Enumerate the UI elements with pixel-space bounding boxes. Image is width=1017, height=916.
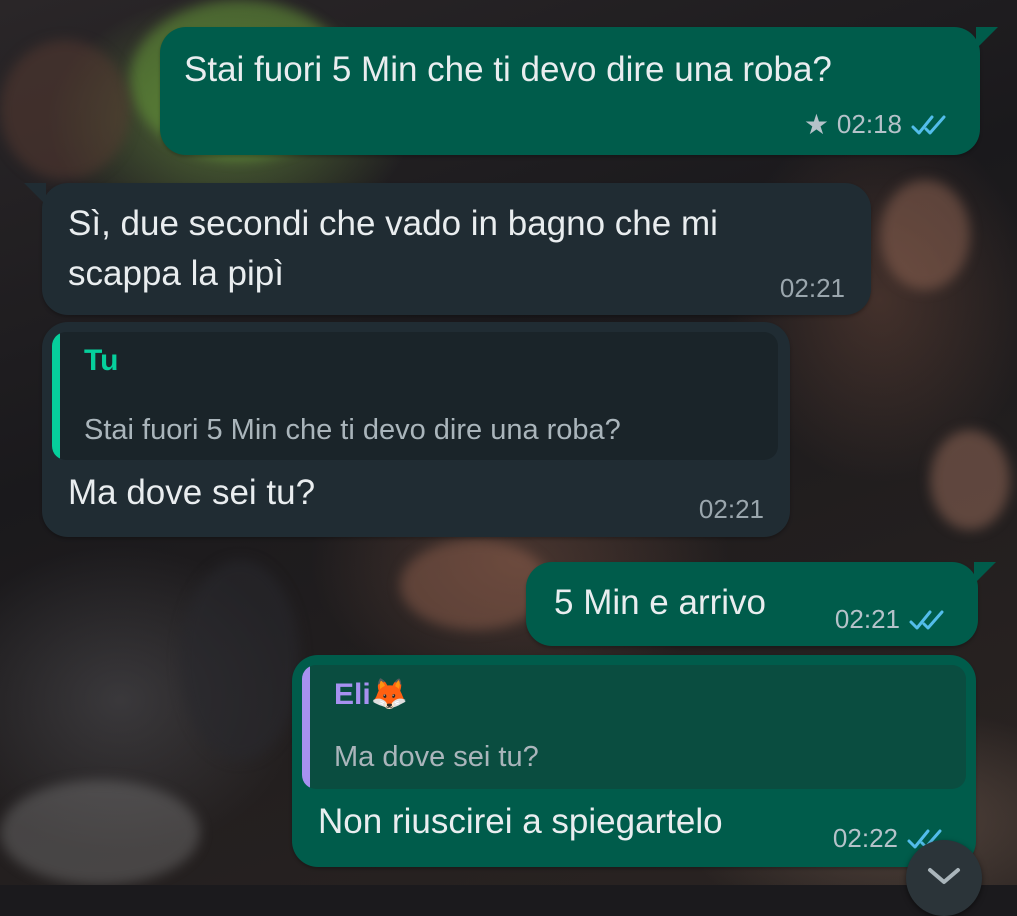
message-text-line: Sì, due secondi che vado in bagno che mi: [68, 204, 718, 243]
quote-author: Tu: [84, 344, 119, 377]
bubble-tail: [974, 562, 996, 584]
message-meta: 02:21: [780, 273, 845, 304]
chevron-down-icon: [928, 868, 960, 884]
message-meta: ★ 02:18: [804, 109, 950, 140]
message-time: 02:18: [836, 109, 902, 139]
message-text: Non riuscirei a spiegartelo: [318, 802, 723, 841]
message-meta: 02:21: [699, 494, 764, 525]
message-time: 02:21: [698, 494, 764, 524]
message-time: 02:22: [832, 823, 898, 853]
quote-text: Stai fuori 5 Min che ti devo dire una ro…: [84, 414, 621, 446]
message-meta: 02:21: [835, 604, 948, 635]
message-text: Stai fuori 5 Min che ti devo dire una ro…: [184, 50, 832, 89]
reply-quote[interactable]: Tu Stai fuori 5 Min che ti devo dire una…: [52, 332, 778, 460]
double-check-icon: [911, 115, 946, 134]
message-time: 02:21: [779, 273, 845, 303]
message-time: 02:21: [834, 604, 900, 634]
message-bubble-outgoing-reply[interactable]: Eli🦊 Ma dove sei tu? Non riuscirei a spi…: [292, 655, 976, 867]
bubble-tail: [976, 27, 998, 49]
double-check-icon: [909, 610, 944, 629]
message-text: 5 Min e arrivo: [554, 583, 767, 622]
reply-quote[interactable]: Eli🦊 Ma dove sei tu?: [302, 665, 966, 789]
message-text: Ma dove sei tu?: [68, 473, 316, 512]
scroll-to-bottom-button[interactable]: [906, 840, 982, 916]
quote-author: Eli🦊: [334, 678, 409, 711]
message-bubble-outgoing[interactable]: Stai fuori 5 Min che ti devo dire una ro…: [160, 27, 998, 155]
bubble-tail: [24, 183, 46, 205]
message-text-line: scappa la pipì: [68, 254, 284, 293]
quote-accent-bar: [302, 665, 310, 789]
quote-text: Ma dove sei tu?: [334, 741, 539, 773]
message-bubble-incoming-reply[interactable]: Tu Stai fuori 5 Min che ti devo dire una…: [42, 322, 790, 537]
message-bubble-outgoing[interactable]: 5 Min e arrivo 02:21: [526, 562, 996, 646]
quote-accent-bar: [52, 332, 60, 460]
message-bubble-incoming[interactable]: Sì, due secondi che vado in bagno che mi…: [24, 183, 871, 315]
star-icon: ★: [803, 108, 829, 140]
